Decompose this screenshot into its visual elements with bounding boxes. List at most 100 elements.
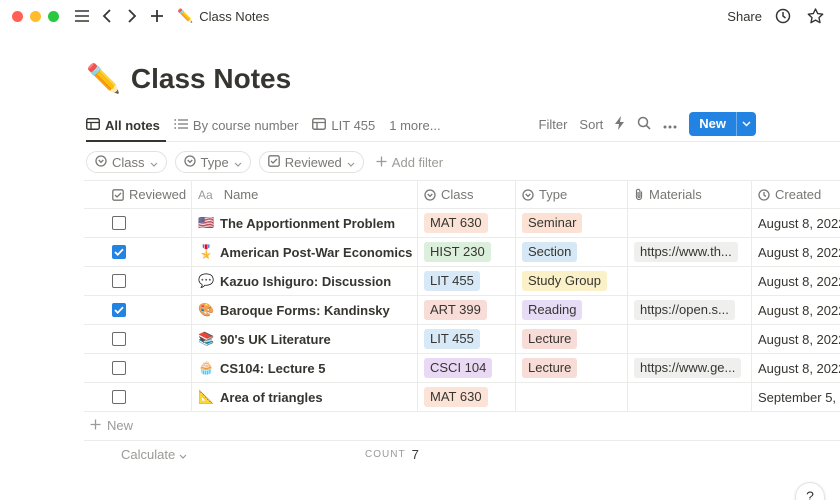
materials-cell[interactable]: https://www.ge...	[628, 354, 752, 382]
reviewed-checkbox[interactable]	[112, 332, 126, 346]
reviewed-cell[interactable]	[84, 325, 192, 353]
materials-cell[interactable]	[628, 325, 752, 353]
name-cell[interactable]: 📐 Area of triangles	[192, 383, 418, 411]
table-row[interactable]: 🇺🇸 The Apportionment Problem MAT 630 Sem…	[84, 209, 840, 238]
calculate-button[interactable]: Calculate	[121, 447, 187, 462]
class-cell[interactable]: MAT 630	[418, 209, 516, 237]
column-header-name[interactable]: Aa Name	[192, 181, 418, 208]
created-cell: August 8, 2022	[758, 273, 840, 289]
type-cell[interactable]: Reading	[516, 296, 628, 324]
page-emoji-icon[interactable]: ✏️	[86, 62, 121, 95]
reviewed-cell[interactable]	[84, 267, 192, 295]
materials-cell[interactable]	[628, 383, 752, 411]
name-cell[interactable]: 📚 90's UK Literature	[192, 325, 418, 353]
active-tab-underline	[86, 140, 166, 142]
add-new-row-button[interactable]: New	[90, 418, 133, 433]
column-header-created[interactable]: Created	[752, 181, 840, 208]
automation-lightning-icon[interactable]	[615, 115, 625, 133]
table-row[interactable]: 🎖️ American Post-War Economics HIST 230 …	[84, 238, 840, 267]
window-controls	[12, 10, 59, 22]
new-button-label[interactable]: New	[689, 112, 736, 136]
column-header-type[interactable]: Type	[516, 181, 628, 208]
reviewed-checkbox[interactable]	[112, 361, 126, 375]
reviewed-checkbox[interactable]	[112, 216, 126, 230]
name-cell[interactable]: 🎖️ American Post-War Economics	[192, 238, 418, 266]
type-cell[interactable]: Lecture	[516, 325, 628, 353]
name-cell[interactable]: 🎨 Baroque Forms: Kandinsky	[192, 296, 418, 324]
name-cell[interactable]: 🇺🇸 The Apportionment Problem	[192, 209, 418, 237]
type-cell[interactable]: Study Group	[516, 267, 628, 295]
type-cell[interactable]: Section	[516, 238, 628, 266]
column-header-class[interactable]: Class	[418, 181, 516, 208]
tab-all-notes[interactable]: All notes	[86, 112, 160, 138]
class-cell[interactable]: ART 399	[418, 296, 516, 324]
new-button[interactable]: New	[689, 112, 756, 136]
text-aa-icon: Aa	[198, 187, 213, 202]
class-cell[interactable]: LIT 455	[418, 267, 516, 295]
tab-more-views[interactable]: 1 more...	[389, 112, 440, 138]
name-cell[interactable]: 🧁 CS104: Lecture 5	[192, 354, 418, 382]
chevron-down-icon[interactable]	[736, 112, 756, 136]
reviewed-cell[interactable]	[84, 296, 192, 324]
reviewed-checkbox[interactable]	[112, 274, 126, 288]
materials-cell[interactable]	[628, 209, 752, 237]
filter-chip-reviewed[interactable]: Reviewed	[258, 151, 364, 173]
reviewed-checkbox[interactable]	[112, 245, 126, 259]
close-window-button[interactable]	[12, 10, 23, 22]
sort-button[interactable]: Sort	[579, 117, 603, 132]
class-cell[interactable]: CSCI 104	[418, 354, 516, 382]
count-summary[interactable]: COUNT 7	[365, 447, 419, 462]
search-icon[interactable]	[637, 116, 651, 133]
type-cell[interactable]: Lecture	[516, 354, 628, 382]
class-cell[interactable]: MAT 630	[418, 383, 516, 411]
materials-cell[interactable]: https://www.th...	[628, 238, 752, 266]
class-cell[interactable]: LIT 455	[418, 325, 516, 353]
filter-chip-type[interactable]: Type	[174, 151, 251, 173]
tab-by-course-number[interactable]: By course number	[174, 112, 298, 138]
tab-lit-455[interactable]: LIT 455	[312, 112, 375, 138]
help-button[interactable]: ?	[795, 482, 825, 500]
table-row[interactable]: 📚 90's UK Literature LIT 455 Lecture Aug…	[84, 325, 840, 354]
table-row[interactable]: 📐 Area of triangles MAT 630 September 5,…	[84, 383, 840, 412]
materials-cell[interactable]: https://open.s...	[628, 296, 752, 324]
history-clock-icon[interactable]	[772, 5, 794, 27]
reviewed-cell[interactable]	[84, 383, 192, 411]
class-cell[interactable]: HIST 230	[418, 238, 516, 266]
table-row[interactable]: 💬 Kazuo Ishiguro: Discussion LIT 455 Stu…	[84, 267, 840, 296]
forward-arrow-icon[interactable]	[121, 5, 143, 27]
back-arrow-icon[interactable]	[96, 5, 118, 27]
minimize-window-button[interactable]	[30, 10, 41, 22]
materials-link[interactable]: https://open.s...	[634, 300, 735, 320]
type-cell[interactable]	[516, 383, 628, 411]
breadcrumb[interactable]: ✏️ Class Notes	[177, 8, 269, 24]
breadcrumb-title: Class Notes	[199, 8, 270, 24]
filter-button[interactable]: Filter	[539, 117, 568, 132]
reviewed-checkbox[interactable]	[112, 303, 126, 317]
reviewed-cell[interactable]	[84, 238, 192, 266]
name-cell[interactable]: 💬 Kazuo Ishiguro: Discussion	[192, 267, 418, 295]
type-cell[interactable]: Seminar	[516, 209, 628, 237]
materials-link[interactable]: https://www.ge...	[634, 358, 742, 378]
table-icon	[86, 117, 100, 133]
maximize-window-button[interactable]	[48, 10, 59, 22]
materials-link[interactable]: https://www.th...	[634, 242, 738, 262]
type-tag: Seminar	[522, 213, 583, 233]
add-filter-button[interactable]: Add filter	[376, 155, 443, 170]
reviewed-cell[interactable]	[84, 354, 192, 382]
share-button[interactable]: Share	[727, 9, 762, 24]
created-cell: August 8, 2022	[758, 215, 840, 231]
add-page-icon[interactable]	[146, 5, 168, 27]
favorite-star-icon[interactable]	[804, 5, 826, 27]
page-title[interactable]: ✏️ Class Notes	[86, 62, 291, 95]
more-options-icon[interactable]	[663, 117, 677, 132]
column-header-materials[interactable]: Materials	[628, 181, 752, 208]
table-row[interactable]: 🎨 Baroque Forms: Kandinsky ART 399 Readi…	[84, 296, 840, 325]
reviewed-cell[interactable]	[84, 209, 192, 237]
pencil-icon: ✏️	[177, 8, 194, 23]
column-header-reviewed[interactable]: Reviewed	[84, 181, 192, 208]
materials-cell[interactable]	[628, 267, 752, 295]
filter-chip-class[interactable]: Class	[86, 151, 167, 173]
reviewed-checkbox[interactable]	[112, 390, 126, 404]
table-row[interactable]: 🧁 CS104: Lecture 5 CSCI 104 Lecture http…	[84, 354, 840, 383]
sidebar-menu-icon[interactable]	[71, 5, 93, 27]
